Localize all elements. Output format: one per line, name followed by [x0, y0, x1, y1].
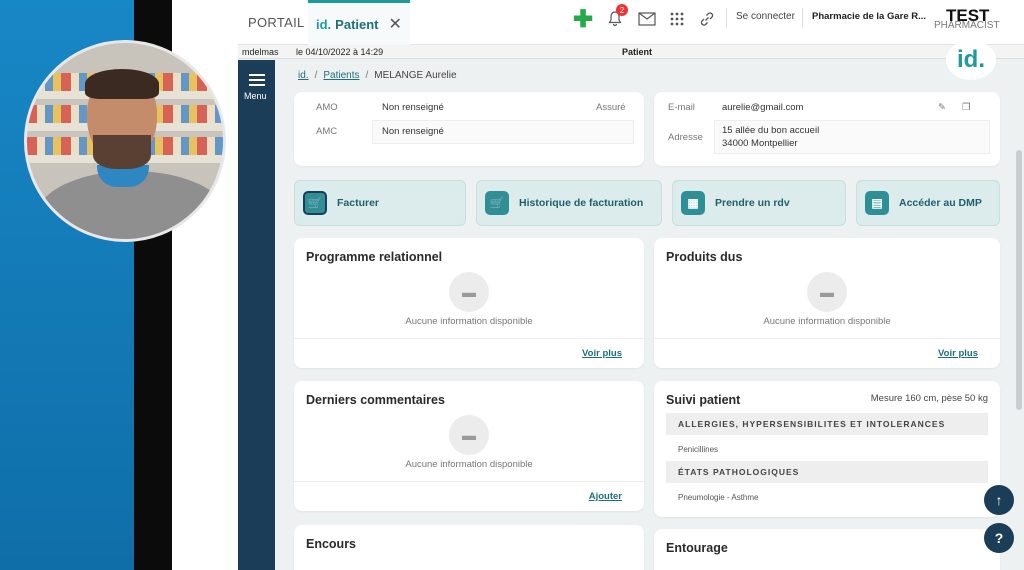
contact-card: E-mail aurelie@gmail.com ✎ ❐ Adresse 15 …	[654, 92, 1000, 166]
user-name: mdelmas	[242, 47, 279, 57]
produits-title: Produits dus	[666, 250, 743, 264]
tab-patient-label: Patient	[335, 16, 379, 32]
close-icon[interactable]: ✕	[389, 14, 402, 34]
allergies-header: ALLERGIES, HYPERSENSIBILITES ET INTOLERA…	[666, 413, 988, 435]
rdv-button[interactable]: ▦ Prendre un rdv	[672, 180, 846, 226]
allergies-item: Penicillines	[678, 445, 719, 454]
video-area	[0, 0, 240, 570]
voir-plus-link[interactable]: Voir plus	[582, 348, 622, 359]
programme-panel: Programme relationnel ▬ Aucune informati…	[294, 238, 644, 368]
facturer-label: Facturer	[337, 197, 380, 209]
scroll-top-button[interactable]: ↑	[984, 485, 1014, 515]
breadcrumb-patients[interactable]: Patients	[323, 70, 359, 81]
top-bar: PORTAIL id. Patient ✕ ✚ 2 Se connecter P…	[238, 0, 1024, 45]
breadcrumb: id. / Patients / MELANGE Aurelie	[298, 70, 457, 81]
scrollbar[interactable]	[1016, 150, 1022, 410]
ajouter-link[interactable]: Ajouter	[589, 491, 622, 502]
apps-grid-icon[interactable]	[666, 8, 688, 30]
mail-icon[interactable]	[636, 8, 658, 30]
brand-logo-icon: id.	[946, 40, 996, 80]
commentaires-panel: Derniers commentaires ▬ Aucune informati…	[294, 381, 644, 511]
breadcrumb-current: MELANGE Aurelie	[374, 70, 457, 81]
copy-icon[interactable]: ❐	[962, 102, 971, 113]
historique-button[interactable]: 🛒 Historique de facturation	[476, 180, 662, 226]
rdv-label: Prendre un rdv	[715, 197, 790, 209]
amc-value: Non renseigné	[382, 126, 444, 137]
webcam-presenter	[24, 40, 226, 242]
adresse-line1: 15 allée du bon accueil	[722, 125, 820, 136]
commentaires-title: Derniers commentaires	[306, 393, 445, 407]
encours-panel: Encours	[294, 525, 644, 570]
programme-title: Programme relationnel	[306, 250, 443, 264]
app-window: PORTAIL id. Patient ✕ ✚ 2 Se connecter P…	[238, 0, 1024, 570]
facturer-button[interactable]: 🛒 Facturer	[294, 180, 466, 226]
add-icon[interactable]: ✚	[572, 6, 594, 33]
suivi-title: Suivi patient	[666, 393, 741, 407]
empty-text: Aucune information disponible	[405, 459, 533, 470]
dmp-label: Accéder au DMP	[899, 197, 982, 209]
breadcrumb-home[interactable]: id.	[298, 70, 309, 81]
etats-item: Pneumologie - Asthme	[678, 493, 759, 502]
empty-text: Aucune information disponible	[763, 316, 891, 327]
notification-badge: 2	[616, 4, 628, 16]
suivi-panel: Suivi patient Mesure 160 cm, pèse 50 kg …	[654, 381, 1000, 517]
entourage-title: Entourage	[666, 541, 728, 555]
historique-label: Historique de facturation	[519, 197, 644, 209]
produits-panel: Produits dus ▬ Aucune information dispon…	[654, 238, 1000, 368]
menu-label[interactable]: Menu	[244, 91, 267, 101]
test-label: TEST	[946, 6, 990, 25]
amc-label: AMC	[316, 126, 338, 137]
adresse-label: Adresse	[668, 132, 703, 143]
entourage-panel: Entourage	[654, 529, 1000, 570]
hamburger-menu-icon[interactable]	[249, 74, 265, 86]
email-label: E-mail	[668, 102, 695, 113]
encours-title: Encours	[306, 537, 357, 551]
help-button[interactable]: ?	[984, 523, 1014, 553]
suivi-measure: Mesure 160 cm, pèse 50 kg	[870, 393, 988, 404]
status-subbar: mdelmas le 04/10/2022 à 14:29 Patient	[238, 45, 1024, 59]
cart-history-icon: 🛒	[485, 191, 509, 215]
amo-value: Non renseigné	[382, 102, 444, 113]
pharmacy-selector[interactable]: Pharmacie de la Gare R...	[812, 11, 926, 22]
empty-text: Aucune information disponible	[405, 316, 533, 327]
dmp-button[interactable]: ▤ Accéder au DMP	[856, 180, 1000, 226]
empty-folder-icon: ▬	[449, 415, 489, 455]
connect-link[interactable]: Se connecter	[736, 11, 795, 22]
id-logo-icon: id.	[316, 16, 332, 32]
cart-icon: 🛒	[303, 191, 327, 215]
empty-folder-icon: ▬	[449, 272, 489, 312]
context-label: Patient	[622, 47, 653, 57]
sidebar: Menu	[238, 60, 275, 570]
adresse-line2: 34000 Montpellier	[722, 138, 798, 149]
edit-pencil-icon[interactable]: ✎	[938, 102, 946, 113]
tab-portail[interactable]: PORTAIL	[248, 0, 305, 45]
assure-label: Assuré	[596, 102, 626, 113]
amo-label: AMO	[316, 102, 338, 113]
coverage-card: AMO Non renseigné Assuré AMC Non renseig…	[294, 92, 644, 166]
voir-plus-link[interactable]: Voir plus	[938, 348, 978, 359]
bell-icon[interactable]: 2	[604, 4, 628, 30]
etats-header: ÉTATS PATHOLOGIQUES	[666, 461, 988, 483]
link-icon[interactable]	[696, 8, 718, 30]
empty-folder-icon: ▬	[807, 272, 847, 312]
session-datetime: le 04/10/2022 à 14:29	[296, 47, 384, 57]
email-value: aurelie@gmail.com	[722, 102, 804, 113]
calendar-icon: ▦	[681, 191, 705, 215]
folder-icon: ▤	[865, 191, 889, 215]
tab-patient[interactable]: id. Patient ✕	[308, 0, 410, 45]
